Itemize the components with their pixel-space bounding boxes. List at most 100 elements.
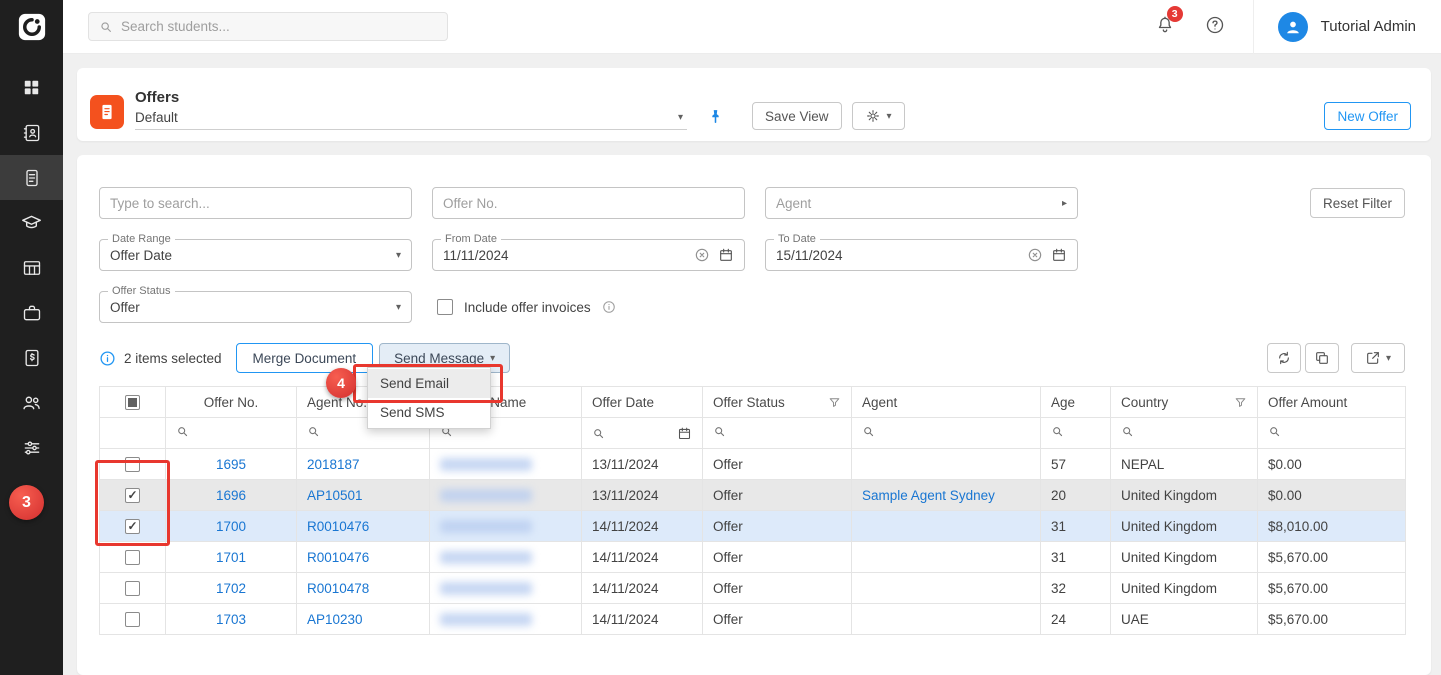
- col-age[interactable]: Age: [1041, 387, 1111, 418]
- view-selector[interactable]: Default ▾: [135, 110, 687, 130]
- sidebar-item-offers[interactable]: [0, 155, 63, 200]
- column-search-icon[interactable]: [592, 427, 605, 440]
- offer-no-link[interactable]: 1703: [216, 612, 246, 627]
- main-area: 3 Tutorial Admin: [63, 0, 1441, 675]
- table-row[interactable]: 1700 R0010476 14/11/2024 Offer 31 United…: [100, 511, 1406, 542]
- from-date-field[interactable]: From Date 11/11/2024: [432, 239, 745, 271]
- save-view-label: Save View: [765, 109, 829, 124]
- notifications-button[interactable]: 3: [1155, 15, 1175, 38]
- column-search-icon[interactable]: [1268, 425, 1281, 438]
- items-selected-text: 2 items selected: [124, 351, 222, 366]
- include-offer-invoices-checkbox[interactable]: [437, 299, 453, 315]
- offer-no-link[interactable]: 1695: [216, 457, 246, 472]
- merge-document-button[interactable]: Merge Document: [236, 343, 374, 373]
- save-view-button[interactable]: Save View: [752, 102, 842, 130]
- sidebar-item-settings[interactable]: [0, 425, 63, 470]
- row-checkbox[interactable]: [125, 488, 140, 503]
- column-search-icon[interactable]: [713, 425, 726, 438]
- refresh-icon: [1276, 350, 1292, 366]
- from-date-label: From Date: [441, 233, 501, 246]
- column-search-icon[interactable]: [176, 425, 189, 438]
- row-checkbox[interactable]: [125, 581, 140, 596]
- filter-funnel-icon[interactable]: [1234, 396, 1247, 409]
- sidebar-item-dashboard[interactable]: [0, 65, 63, 110]
- offer-no-input[interactable]: [443, 196, 734, 211]
- col-offer-status[interactable]: Offer Status: [703, 387, 852, 418]
- copy-button[interactable]: [1305, 343, 1339, 373]
- type-to-search-input[interactable]: [110, 196, 401, 211]
- agent-link[interactable]: Sample Agent Sydney: [862, 488, 995, 503]
- user-menu[interactable]: Tutorial Admin: [1278, 12, 1416, 42]
- new-offer-button[interactable]: New Offer: [1324, 102, 1411, 130]
- filter-funnel-icon[interactable]: [828, 396, 841, 409]
- column-search-icon[interactable]: [1121, 425, 1134, 438]
- sidebar-item-agents[interactable]: [0, 380, 63, 425]
- offer-amount-cell: $8,010.00: [1258, 511, 1406, 542]
- row-checkbox[interactable]: [125, 519, 140, 534]
- offer-no-field[interactable]: [432, 187, 745, 219]
- table-row[interactable]: 1702 R0010478 14/11/2024 Offer 32 United…: [100, 573, 1406, 604]
- menu-item-send-email[interactable]: Send Email: [368, 369, 490, 398]
- calendar-icon[interactable]: [718, 247, 734, 263]
- sidebar-item-services[interactable]: [0, 290, 63, 335]
- table-row[interactable]: 1703 AP10230 14/11/2024 Offer 24 UAE $5,…: [100, 604, 1406, 635]
- view-settings-button[interactable]: ▾: [852, 102, 905, 130]
- col-offer-date[interactable]: Offer Date: [582, 387, 703, 418]
- agent-no-link[interactable]: R0010478: [307, 581, 369, 596]
- to-date-field[interactable]: To Date 15/11/2024: [765, 239, 1078, 271]
- select-all-checkbox[interactable]: [125, 395, 140, 410]
- search-input[interactable]: [121, 19, 437, 34]
- title-block: Offers Default ▾: [135, 89, 687, 130]
- column-search-icon[interactable]: [307, 425, 320, 438]
- global-search[interactable]: [88, 12, 448, 41]
- sidebar-item-reports[interactable]: [0, 245, 63, 290]
- pin-view-button[interactable]: [707, 108, 724, 128]
- sidebar-item-courses[interactable]: [0, 200, 63, 245]
- topbar-divider: [1253, 0, 1254, 54]
- offer-no-link[interactable]: 1696: [216, 488, 246, 503]
- clear-date-icon[interactable]: [1027, 247, 1043, 263]
- agent-no-link[interactable]: AP10501: [307, 488, 363, 503]
- col-offer-amount[interactable]: Offer Amount: [1258, 387, 1406, 418]
- offer-no-link[interactable]: 1702: [216, 581, 246, 596]
- agent-no-link[interactable]: R0010476: [307, 550, 369, 565]
- row-checkbox[interactable]: [125, 550, 140, 565]
- type-to-search-field[interactable]: [99, 187, 412, 219]
- row-checkbox[interactable]: [125, 457, 140, 472]
- offer-status-field[interactable]: Offer Status Offer ▾: [99, 291, 412, 323]
- export-button[interactable]: ▾: [1351, 343, 1405, 373]
- date-range-label: Date Range: [108, 233, 175, 246]
- row-checkbox[interactable]: [125, 612, 140, 627]
- menu-item-send-sms[interactable]: Send SMS: [368, 398, 490, 427]
- copy-icon: [1314, 350, 1330, 366]
- table-row[interactable]: 1701 R0010476 14/11/2024 Offer 31 United…: [100, 542, 1406, 573]
- agent-no-link[interactable]: R0010476: [307, 519, 369, 534]
- refresh-button[interactable]: [1267, 343, 1301, 373]
- table-row[interactable]: 1696 AP10501 13/11/2024 Offer Sample Age…: [100, 480, 1406, 511]
- contacts-icon: [22, 123, 42, 143]
- offer-no-link[interactable]: 1701: [216, 550, 246, 565]
- help-button[interactable]: [1205, 15, 1225, 38]
- sidebar-item-invoices[interactable]: [0, 335, 63, 380]
- col-offer-no[interactable]: Offer No.: [166, 387, 297, 418]
- reset-filter-button[interactable]: Reset Filter: [1310, 188, 1405, 218]
- sidebar-item-contacts[interactable]: [0, 110, 63, 155]
- app-logo[interactable]: [17, 12, 47, 45]
- info-icon: [99, 350, 116, 367]
- column-search-icon[interactable]: [1051, 425, 1064, 438]
- calendar-icon[interactable]: [1051, 247, 1067, 263]
- column-search-icon[interactable]: [862, 425, 875, 438]
- col-country[interactable]: Country: [1111, 387, 1258, 418]
- clear-date-icon[interactable]: [694, 247, 710, 263]
- date-range-field[interactable]: Date Range Offer Date ▾: [99, 239, 412, 271]
- offer-no-link[interactable]: 1700: [216, 519, 246, 534]
- agent-no-link[interactable]: AP10230: [307, 612, 363, 627]
- agent-no-link[interactable]: 2018187: [307, 457, 360, 472]
- chevron-down-icon: ▾: [396, 302, 401, 313]
- table-row[interactable]: 1695 2018187 13/11/2024 Offer 57 NEPAL $…: [100, 449, 1406, 480]
- offer-date-cell: 14/11/2024: [582, 604, 703, 635]
- offer-status-cell: Offer: [703, 449, 852, 480]
- agent-filter-field[interactable]: Agent ▸: [765, 187, 1078, 219]
- col-agent[interactable]: Agent: [852, 387, 1041, 418]
- calendar-icon[interactable]: [677, 426, 692, 441]
